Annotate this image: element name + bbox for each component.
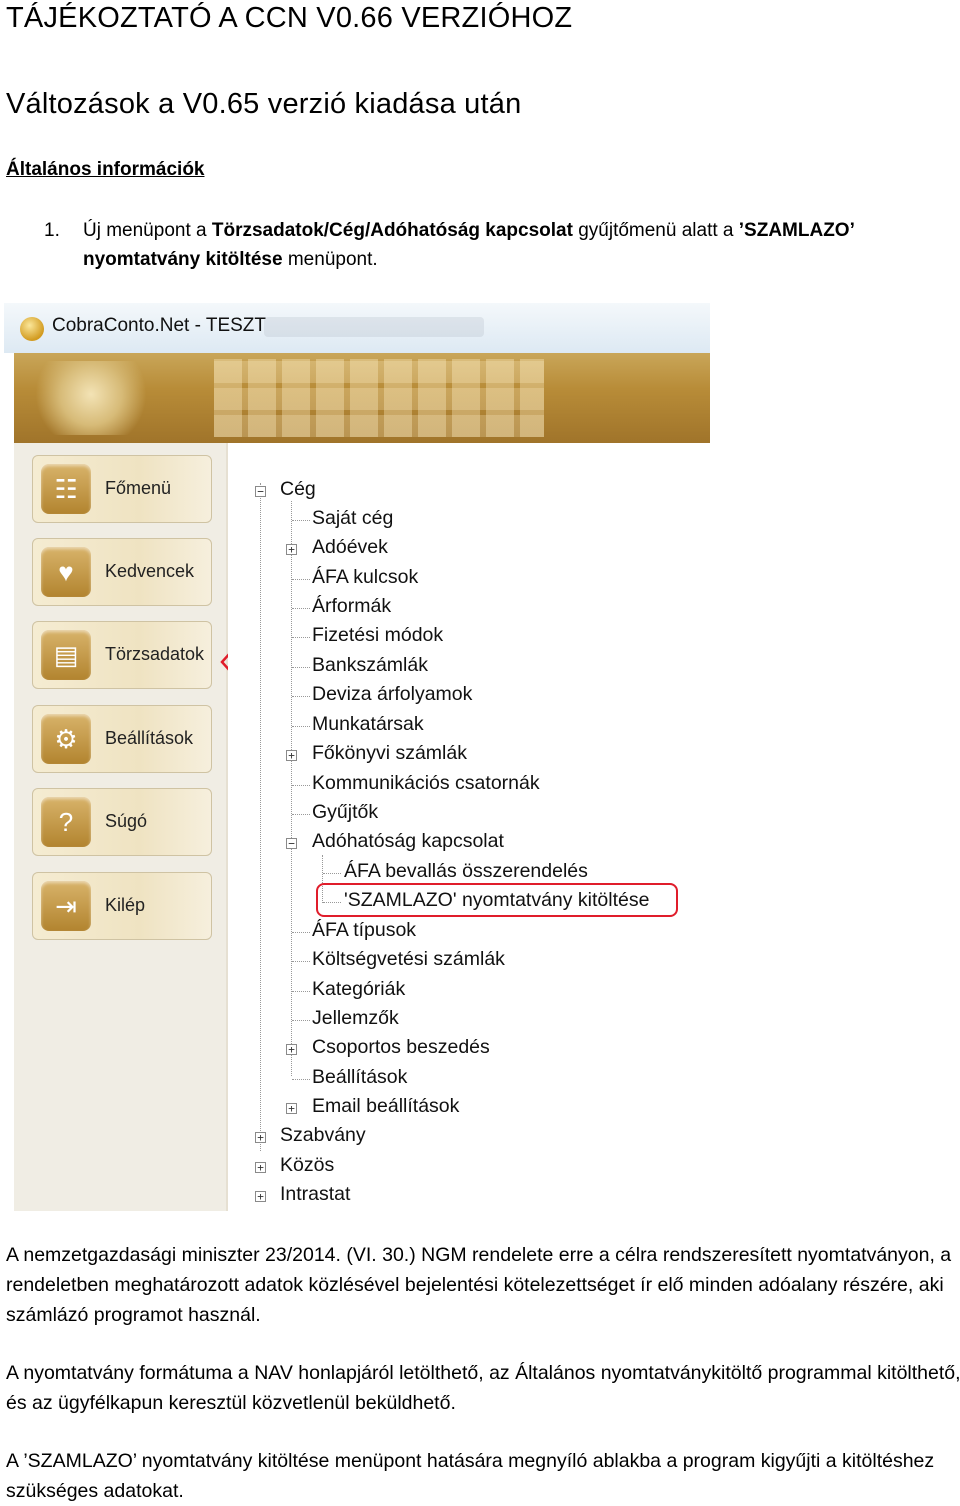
list-number: 1. xyxy=(44,220,60,241)
text-run: Új menüpont a xyxy=(83,220,212,241)
banner-pattern xyxy=(214,359,544,437)
nav-button-torzsadatok[interactable]: ▤ Törzsadatok xyxy=(32,621,212,689)
document-icon: ▤ xyxy=(41,630,91,680)
menu-path: Törzsadatok/Cég/Adóhatóság kapcsolat xyxy=(211,220,573,241)
nav-button-label: Súgó xyxy=(105,811,148,831)
blurred-area xyxy=(264,317,484,337)
tree-node-munkatarsak[interactable]: Munkatársak xyxy=(312,713,424,736)
nav-button-sugo[interactable]: ? Súgó xyxy=(32,788,212,856)
tree-node-jellemzok[interactable]: Jellemzők xyxy=(312,1007,399,1030)
tree-node-csoportos-beszedes[interactable]: Csoportos beszedés xyxy=(312,1036,490,1059)
expand-toggle[interactable]: + xyxy=(255,1191,266,1202)
tree-node-ceg[interactable]: Cég xyxy=(280,478,316,501)
tree-node-kommunikacios-csatornak[interactable]: Kommunikációs csatornák xyxy=(312,772,540,795)
app-screenshot: CobraConto.Net - TESZT ☷ Főmenü ♥ Kedven… xyxy=(4,303,710,1211)
nav-button-kilep[interactable]: ⇥ Kilép xyxy=(32,872,212,940)
nav-button-beallitasok[interactable]: ⚙ Beállítások xyxy=(32,705,212,773)
tree-view: − Cég Saját cég + Adóévek ÁFA kulcsok Ár… xyxy=(228,443,710,1211)
navigation-pane: ☷ Főmenü ♥ Kedvencek ▤ Törzsadatok ⚙ Beá… xyxy=(14,443,226,1211)
gear-icon: ⚙ xyxy=(41,714,91,764)
app-logo-icon xyxy=(20,317,44,341)
tree-line xyxy=(291,501,292,1076)
window-title: CobraConto.Net - TESZT xyxy=(52,315,267,336)
text-run: menüpont. xyxy=(282,249,378,270)
nav-button-label: Beállítások xyxy=(105,728,194,748)
tree-node-koltsegvetesi-szamlak[interactable]: Költségvetési számlák xyxy=(312,948,505,971)
exit-icon: ⇥ xyxy=(41,881,91,931)
tree-node-gyujtok[interactable]: Gyűjtők xyxy=(312,801,378,824)
tree-line xyxy=(292,932,310,933)
tree-node-adohatosag-kapcsolat[interactable]: Adóhatóság kapcsolat xyxy=(312,830,504,853)
tree-node-fizetesi-modok[interactable]: Fizetési módok xyxy=(312,624,443,647)
collapse-toggle[interactable]: − xyxy=(255,486,266,497)
tree-line xyxy=(292,608,310,609)
nav-button-label: Kedvencek xyxy=(105,561,195,581)
header-banner xyxy=(14,353,710,443)
document-title: TÁJÉKOZTATÓ A CCN V0.66 VERZIÓHOZ xyxy=(6,2,573,34)
cobra-logo-icon xyxy=(26,361,156,435)
tree-node-intrastat[interactable]: Intrastat xyxy=(280,1183,350,1206)
heart-icon: ♥ xyxy=(41,547,91,597)
tree-node-deviza-arfolyamok[interactable]: Deviza árfolyamok xyxy=(312,683,472,706)
tree-node-beallitasok[interactable]: Beállítások xyxy=(312,1066,407,1089)
tree-line xyxy=(292,961,310,962)
tree-line xyxy=(323,873,341,874)
nav-button-fomenu[interactable]: ☷ Főmenü xyxy=(32,455,212,523)
tree-node-afa-tipusok[interactable]: ÁFA típusok xyxy=(312,919,416,942)
tree-node-bankszamlak[interactable]: Bankszámlák xyxy=(312,654,428,677)
highlight-box xyxy=(316,883,678,917)
tree-node-sajat-ceg[interactable]: Saját cég xyxy=(312,507,393,530)
tree-line xyxy=(292,667,310,668)
paragraph-nyomtatvany: A nyomtatvány formátuma a NAV honlapjáró… xyxy=(6,1362,960,1414)
tree-line xyxy=(292,814,310,815)
nav-button-label: Főmenü xyxy=(105,478,172,498)
paragraph-rendelet: A nemzetgazdasági miniszter 23/2014. (VI… xyxy=(6,1244,952,1326)
tree-line xyxy=(292,1020,310,1021)
tree-line xyxy=(292,785,310,786)
tree-node-szabvany[interactable]: Szabvány xyxy=(280,1124,366,1147)
nav-button-label: Törzsadatok xyxy=(105,644,205,664)
tree-line xyxy=(292,579,310,580)
tree-node-email-beallitasok[interactable]: Email beállítások xyxy=(312,1095,459,1118)
expand-toggle[interactable]: + xyxy=(286,750,297,761)
tree-node-afa-bevallas-osszerendeles[interactable]: ÁFA bevallás összerendelés xyxy=(344,860,588,883)
paragraph-menupont: A ’SZAMLAZO’ nyomtatvány kitöltése menüp… xyxy=(6,1450,935,1502)
collapse-toggle[interactable]: − xyxy=(286,838,297,849)
nav-button-label: Kilép xyxy=(105,895,146,915)
tree-node-fokonyvi-szamlak[interactable]: Főkönyvi számlák xyxy=(312,742,467,765)
expand-toggle[interactable]: + xyxy=(286,1044,297,1055)
tree-node-kozos[interactable]: Közös xyxy=(280,1154,334,1177)
section-heading: Általános információk xyxy=(6,159,205,180)
expand-toggle[interactable]: + xyxy=(255,1162,266,1173)
window-titlebar: CobraConto.Net - TESZT xyxy=(4,303,710,353)
expand-toggle[interactable]: + xyxy=(286,544,297,555)
tree-line xyxy=(292,696,310,697)
list-item-text: Új menüpont a Törzsadatok/Cég/Adóhatóság… xyxy=(83,216,953,274)
tree-line xyxy=(292,520,310,521)
document-subtitle: Változások a V0.65 verzió kiadása után xyxy=(6,88,522,120)
tree-node-kategoriak[interactable]: Kategóriák xyxy=(312,978,405,1001)
tree-line xyxy=(292,991,310,992)
question-icon: ? xyxy=(41,797,91,847)
tree-line xyxy=(292,637,310,638)
tree-node-adoevek[interactable]: Adóévek xyxy=(312,536,388,559)
tree-node-afa-kulcsok[interactable]: ÁFA kulcsok xyxy=(312,566,418,589)
text-run: gyűjtőmenü alatt a xyxy=(572,220,739,241)
tree-line xyxy=(260,483,261,1151)
nav-button-kedvencek[interactable]: ♥ Kedvencek xyxy=(32,538,212,606)
expand-toggle[interactable]: + xyxy=(286,1103,297,1114)
tree-line xyxy=(292,1079,310,1080)
expand-toggle[interactable]: + xyxy=(255,1132,266,1143)
tree-line xyxy=(292,726,310,727)
tree-node-arformak[interactable]: Árformák xyxy=(312,595,391,618)
tree-menu-icon: ☷ xyxy=(41,464,91,514)
